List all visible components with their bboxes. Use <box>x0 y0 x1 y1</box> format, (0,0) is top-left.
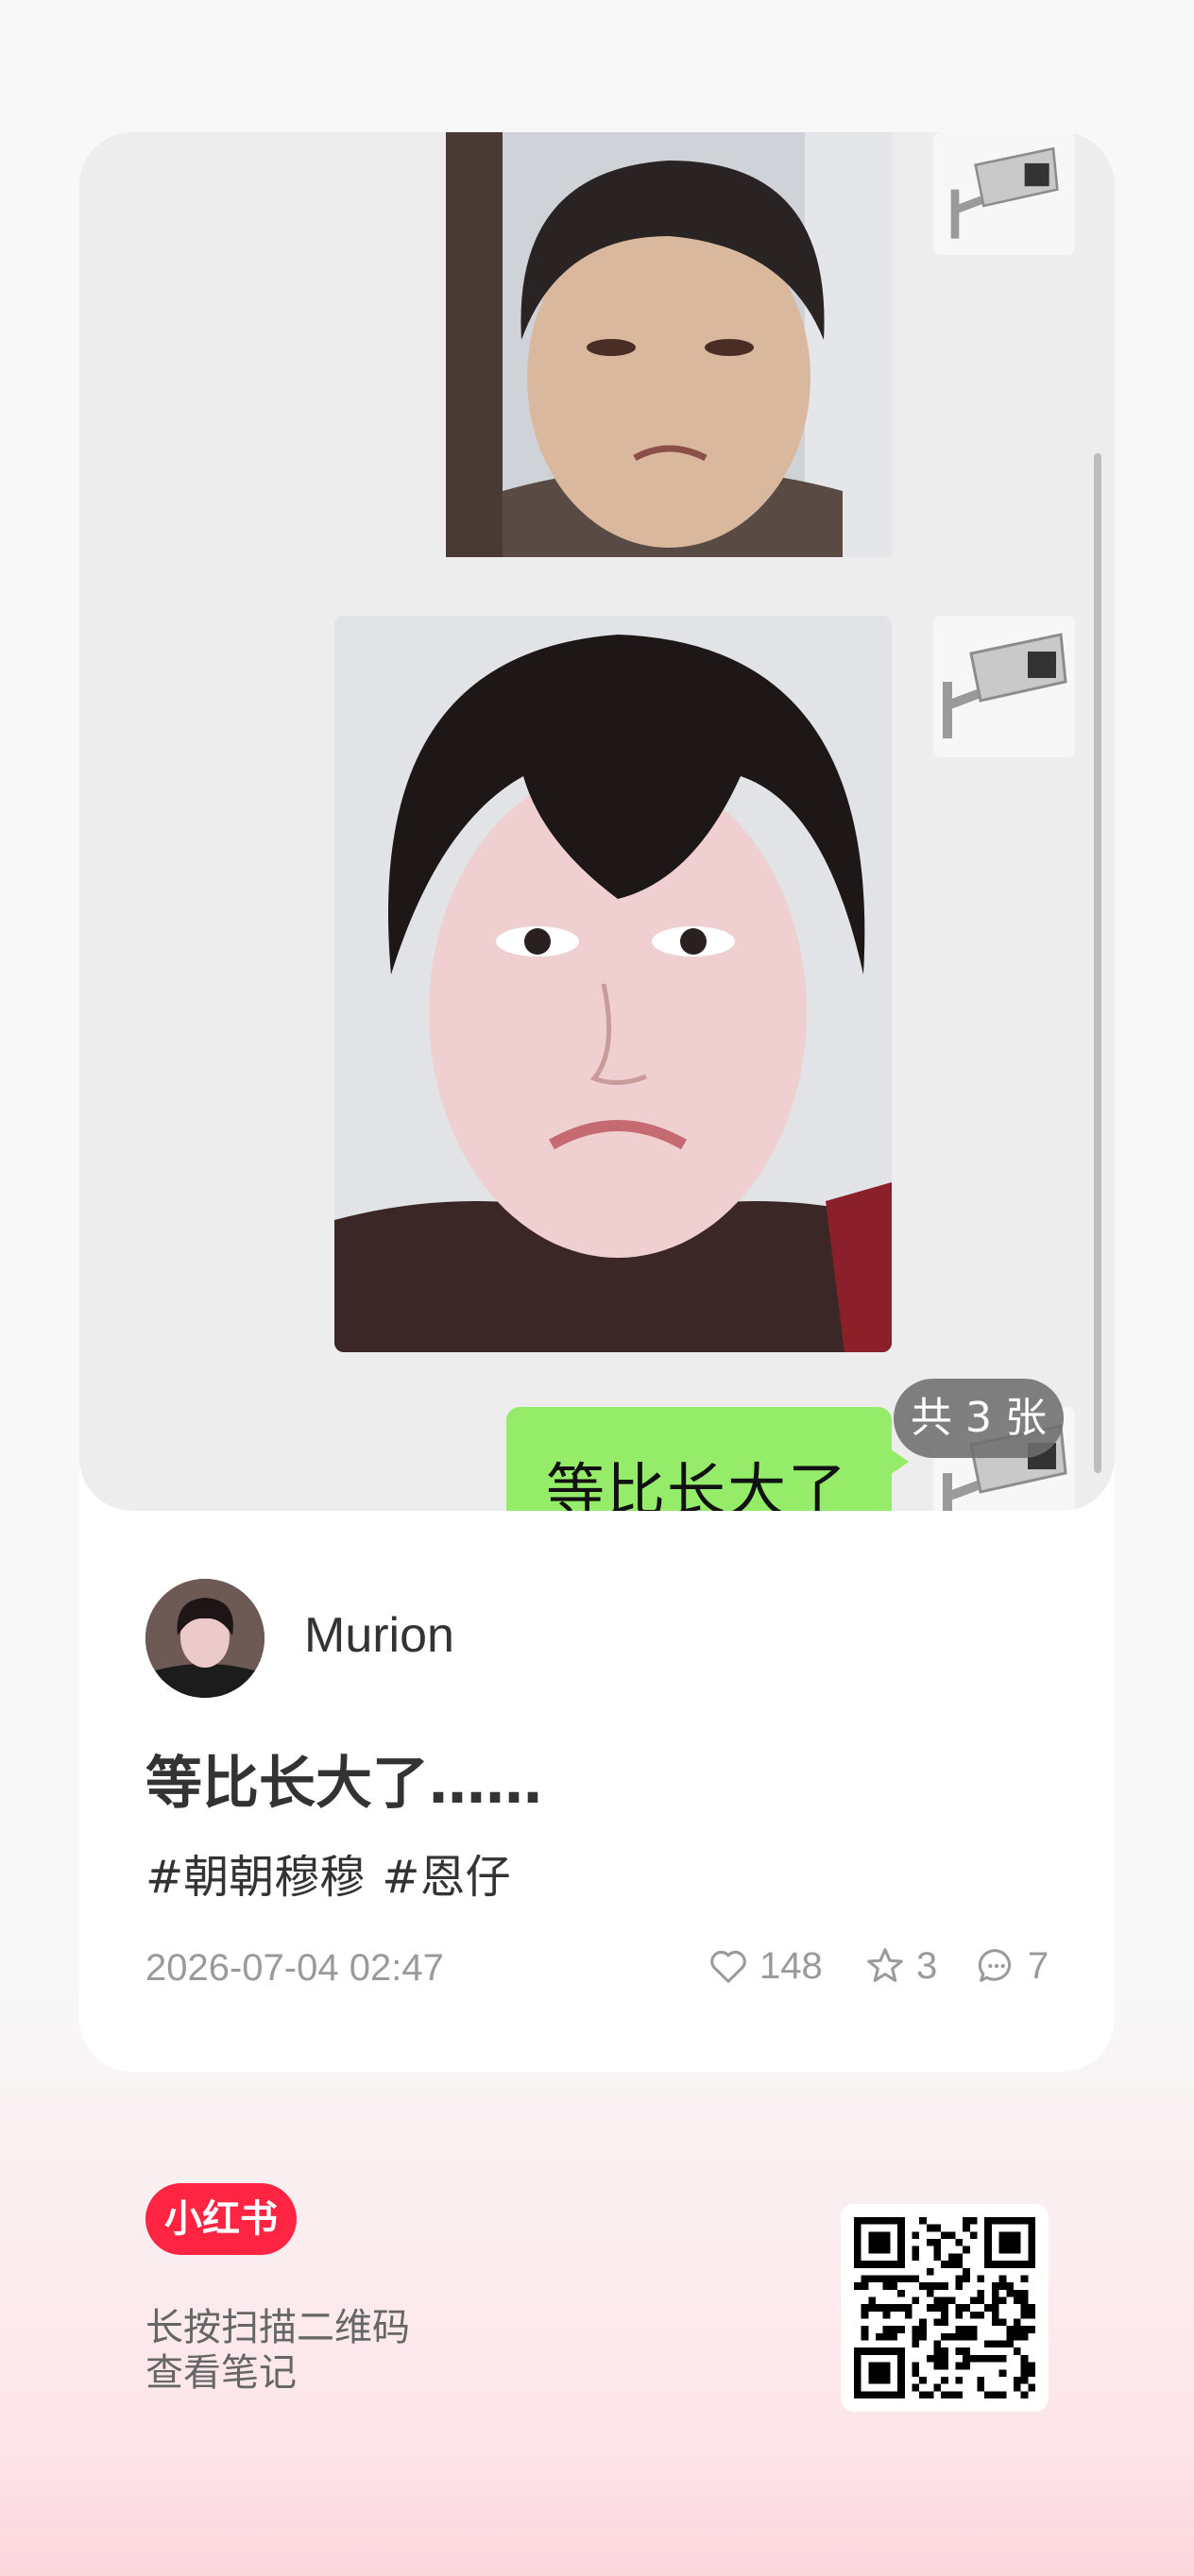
tag-list: #朝朝穆穆 #恩仔 <box>145 1839 527 1906</box>
tag-item[interactable]: #恩仔 <box>382 1851 510 1904</box>
brand-logo: 小红书 <box>145 2183 297 2255</box>
note-card[interactable]: 等比长大了 共 3 张 Murion 等比长大了…… #朝朝穆穆 #恩仔 2026… <box>79 132 1115 2072</box>
avatar[interactable] <box>145 1579 264 1698</box>
chat-scrollbar[interactable] <box>1094 453 1101 1473</box>
chat-image-child[interactable] <box>446 132 892 557</box>
scan-hint-line2: 查看笔记 <box>145 2351 297 2395</box>
security-camera-icon <box>933 132 1075 255</box>
collects-stat[interactable]: 3 <box>863 1943 937 1989</box>
comments-stat[interactable]: 7 <box>975 1943 1049 1989</box>
chat-message-bubble: 等比长大了 <box>506 1407 909 1511</box>
likes-count: 148 <box>759 1944 823 1987</box>
image-count-badge: 共 3 张 <box>894 1379 1064 1458</box>
security-camera-icon <box>933 616 1075 757</box>
collects-count: 3 <box>916 1944 938 1987</box>
tag-item[interactable]: #朝朝穆穆 <box>145 1851 365 1904</box>
likes-stat[interactable]: 148 <box>707 1943 823 1989</box>
comments-count: 7 <box>1028 1944 1049 1987</box>
star-icon <box>867 1948 903 1982</box>
chat-image-adult[interactable] <box>334 616 892 1352</box>
heart-icon <box>710 1950 746 1983</box>
comment-icon <box>978 1949 1012 1982</box>
publish-date: 2026-07-04 02:47 <box>145 1947 444 1989</box>
qr-code[interactable] <box>841 2204 1049 2412</box>
chat-screenshot[interactable]: 等比长大了 共 3 张 <box>79 132 1115 1511</box>
author-name[interactable]: Murion <box>304 1607 454 1664</box>
note-title: 等比长大了…… <box>145 1751 542 1817</box>
